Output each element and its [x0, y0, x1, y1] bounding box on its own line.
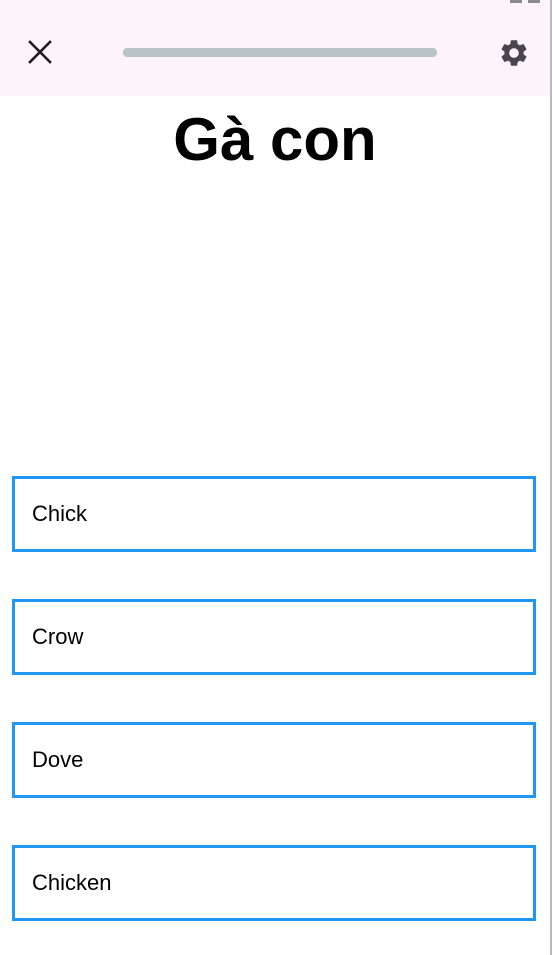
screen: Gà con Chick Crow Dove Chicken — [0, 0, 552, 955]
answer-option[interactable]: Chicken — [12, 845, 536, 921]
answer-option[interactable]: Crow — [12, 599, 536, 675]
close-button[interactable] — [20, 32, 60, 72]
gear-icon — [501, 40, 527, 66]
answer-option[interactable]: Dove — [12, 722, 536, 798]
close-icon — [28, 40, 52, 64]
debug-banner-icon — [510, 0, 540, 3]
answer-options: Chick Crow Dove Chicken — [12, 476, 536, 955]
question-word: Gà con — [173, 106, 377, 173]
answer-option[interactable]: Chick — [12, 476, 536, 552]
settings-button[interactable] — [494, 33, 534, 73]
progress-bar — [123, 48, 437, 57]
top-app-bar — [0, 0, 550, 96]
